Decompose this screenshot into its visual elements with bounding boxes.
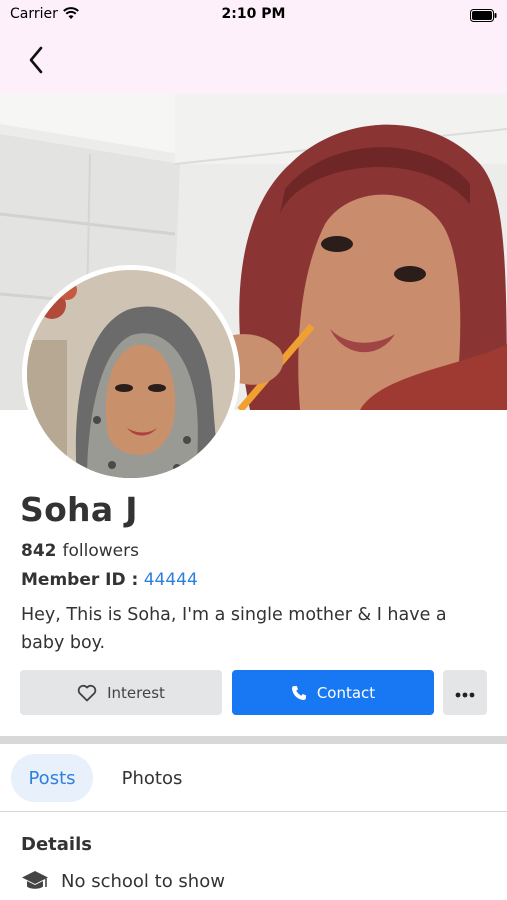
tab-posts[interactable]: Posts (11, 754, 93, 802)
graduation-cap-icon (21, 870, 49, 892)
details-heading: Details (21, 834, 92, 855)
status-bar: Carrier 2:10 PM (0, 0, 507, 30)
ellipsis-icon (455, 684, 475, 702)
member-id-value[interactable]: 44444 (144, 570, 198, 590)
followers-line: 842 followers (21, 541, 139, 561)
tabs-divider (0, 811, 507, 812)
contact-button[interactable]: Contact (232, 670, 434, 715)
school-row: No school to show (21, 870, 225, 892)
tab-photos[interactable]: Photos (104, 754, 200, 802)
profile-bio: Hey, This is Soha, I'm a single mother &… (21, 605, 447, 653)
chevron-left-icon (28, 46, 44, 78)
member-id-label: Member ID : (21, 570, 139, 590)
nav-bar (0, 30, 507, 94)
section-divider (0, 736, 507, 744)
contact-label: Contact (316, 683, 376, 702)
avatar-image (27, 270, 235, 478)
back-button[interactable] (18, 44, 54, 80)
interest-button[interactable]: Interest (20, 670, 222, 715)
heart-outline-icon (77, 684, 97, 702)
member-id-line: Member ID : 44444 (21, 570, 198, 590)
phone-icon (291, 685, 307, 701)
profile-name: Soha J (20, 490, 138, 529)
followers-count: 842 (21, 541, 57, 561)
school-text: No school to show (61, 870, 225, 892)
more-options-button[interactable] (443, 670, 487, 715)
clock-time: 2:10 PM (221, 6, 286, 22)
followers-label: followers (62, 541, 139, 561)
battery-icon (470, 7, 497, 22)
profile-avatar[interactable] (22, 265, 240, 483)
interest-label: Interest (107, 683, 165, 702)
